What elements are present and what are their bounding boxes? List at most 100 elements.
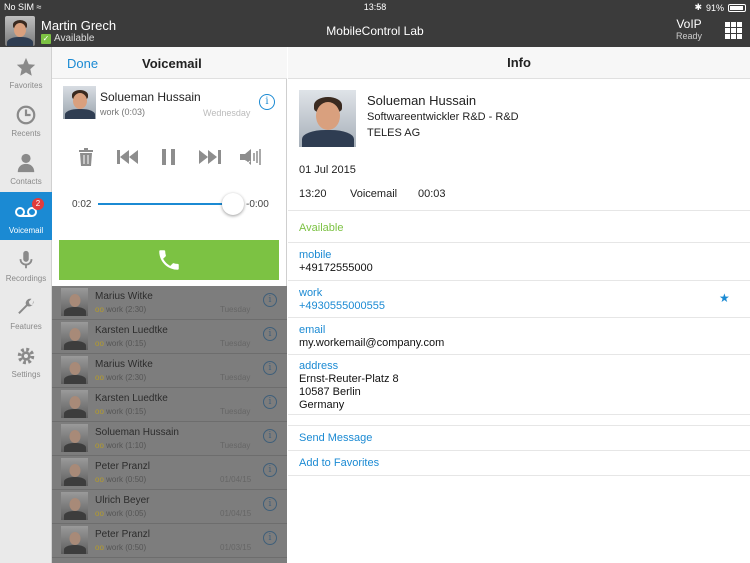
contact-name: Solueman Hussain xyxy=(95,427,179,438)
send-message-link[interactable]: Send Message xyxy=(299,432,372,444)
contact-name: Karsten Luedtke xyxy=(95,325,168,336)
info-title: Info xyxy=(288,47,750,79)
line-name: VoIP xyxy=(676,17,702,31)
list-item[interactable]: Karsten Luedtke oo work (0:15) Tuesday i xyxy=(52,320,287,354)
call-date: 01 Jul 2015 xyxy=(299,164,356,176)
info-icon[interactable]: i xyxy=(263,293,277,307)
contact-avatar xyxy=(61,390,88,418)
contact-avatar xyxy=(61,322,88,350)
voicemail-meta: oo work (0:15) xyxy=(95,339,147,348)
work-number[interactable]: +4930555000555 xyxy=(299,300,385,312)
address-city[interactable]: 10587 Berlin xyxy=(299,386,361,398)
line-status: Ready xyxy=(675,31,702,41)
voicemail-date: 01/04/15 xyxy=(220,509,252,518)
call-time: 13:20 xyxy=(299,188,327,200)
caller-avatar xyxy=(63,86,96,119)
address-country[interactable]: Germany xyxy=(299,399,344,411)
list-item[interactable]: Marius Witke oo work (2:30) Tuesday i xyxy=(52,354,287,388)
list-item[interactable]: Ulrich Beyer oo work (0:05) 01/04/15 i xyxy=(52,490,287,524)
voicemail-date: Tuesday xyxy=(220,407,251,416)
trash-icon[interactable] xyxy=(76,147,96,167)
sidebar-item-voicemail[interactable]: Voicemail 2 xyxy=(0,192,52,240)
list-item[interactable]: Peter Pranzl oo work (0:50) 01/04/15 i xyxy=(52,456,287,490)
app-header: Martin Grech ✓ Available MobileControl L… xyxy=(0,14,750,47)
status-right: ✱ 91% xyxy=(694,2,746,13)
progress-track[interactable] xyxy=(98,203,233,205)
sidebar-item-recordings[interactable]: Recordings xyxy=(0,240,52,288)
voicemail-date: Tuesday xyxy=(220,305,251,314)
sidebar-item-features[interactable]: Features xyxy=(0,288,52,336)
list-item[interactable]: Peter Pranzl oo work (0:50) 01/03/15 i xyxy=(52,524,287,558)
field-label-email: email xyxy=(299,324,326,336)
voicemail-icon: oo xyxy=(95,305,104,314)
contact-avatar xyxy=(61,424,88,452)
sidebar-item-label: Features xyxy=(10,322,42,331)
info-icon[interactable]: i xyxy=(259,94,275,110)
sidebar-item-settings[interactable]: Settings xyxy=(0,336,52,384)
list-item[interactable]: Marius Witke oo work (2:30) Tuesday i xyxy=(52,286,287,320)
address-street[interactable]: Ernst-Reuter-Platz 8 xyxy=(299,373,399,385)
contact-avatar xyxy=(61,458,88,486)
microphone-icon xyxy=(0,248,52,272)
battery-icon xyxy=(728,3,746,12)
voicemail-icon: oo xyxy=(95,509,104,518)
sidebar-item-label: Settings xyxy=(11,370,41,379)
fast-forward-icon[interactable] xyxy=(198,147,222,167)
divider xyxy=(288,242,750,243)
sidebar-item-recents[interactable]: Recents xyxy=(0,95,52,143)
voicemail-icon: oo xyxy=(95,475,104,484)
voicemail-date: Tuesday xyxy=(220,339,251,348)
divider xyxy=(288,475,750,476)
favorite-star-icon[interactable]: ★ xyxy=(719,291,730,305)
info-icon[interactable]: i xyxy=(263,327,277,341)
call-back-button[interactable] xyxy=(59,240,279,280)
voicemail-meta: oo work (2:30) xyxy=(95,305,147,314)
speaker-mute-icon[interactable] xyxy=(239,147,265,167)
info-icon[interactable]: i xyxy=(263,531,277,545)
info-icon[interactable]: i xyxy=(263,497,277,511)
clock-icon xyxy=(0,103,52,127)
field-label-mobile: mobile xyxy=(299,249,332,261)
divider xyxy=(288,280,750,281)
clock: 13:58 xyxy=(363,2,387,12)
contact-name: Peter Pranzl xyxy=(95,461,151,472)
app-grid-icon[interactable] xyxy=(725,22,742,39)
sidebar-item-label: Contacts xyxy=(10,177,42,186)
sidebar-item-contacts[interactable]: Contacts xyxy=(0,143,52,191)
line-selector[interactable]: VoIP Ready xyxy=(676,17,702,41)
list-item[interactable]: Solueman Hussain oo work (1:10) Tuesday … xyxy=(52,422,287,456)
list-item[interactable]: Karsten Luedtke oo work (0:15) Tuesday i xyxy=(52,388,287,422)
info-icon[interactable]: i xyxy=(263,429,277,443)
voicemail-meta: oo work (0:50) xyxy=(95,543,147,552)
battery-percent: 91% xyxy=(705,2,724,13)
progress-thumb[interactable] xyxy=(222,193,244,215)
info-icon[interactable]: i xyxy=(263,395,277,409)
field-label-address: address xyxy=(299,360,339,372)
divider xyxy=(288,354,750,355)
mobile-number[interactable]: +49172555000 xyxy=(299,262,373,274)
done-button[interactable]: Done xyxy=(67,56,98,71)
caller-name: Solueman Hussain xyxy=(100,90,201,104)
info-icon[interactable]: i xyxy=(263,463,277,477)
rewind-icon[interactable] xyxy=(116,147,140,167)
email-address[interactable]: my.workemail@company.com xyxy=(299,337,444,349)
contact-job-title: Softwareentwickler R&D - R&D xyxy=(367,111,519,123)
divider xyxy=(288,210,750,211)
voicemail-count-badge: 2 xyxy=(32,198,44,210)
contact-photo xyxy=(299,90,356,147)
contact-name: Ulrich Beyer xyxy=(95,495,150,506)
sidebar-item-label: Recordings xyxy=(5,274,47,283)
voicemail-icon: oo xyxy=(95,407,104,416)
sidebar-item-favorites[interactable]: Favorites xyxy=(0,47,52,95)
voicemail-toolbar: Done Voicemail xyxy=(52,47,287,79)
add-to-favorites-link[interactable]: Add to Favorites xyxy=(299,457,379,469)
voicemail-list: Marius Witke oo work (2:30) Tuesday i Ka… xyxy=(52,286,287,563)
gear-icon xyxy=(0,344,52,368)
info-icon[interactable]: i xyxy=(263,361,277,375)
pause-icon[interactable] xyxy=(159,147,179,167)
phone-icon xyxy=(159,250,179,270)
contact-avatar xyxy=(61,492,88,520)
caller-line: work (0:03) xyxy=(100,107,146,117)
app-title: MobileControl Lab xyxy=(326,24,424,38)
call-duration: 00:03 xyxy=(418,188,446,200)
